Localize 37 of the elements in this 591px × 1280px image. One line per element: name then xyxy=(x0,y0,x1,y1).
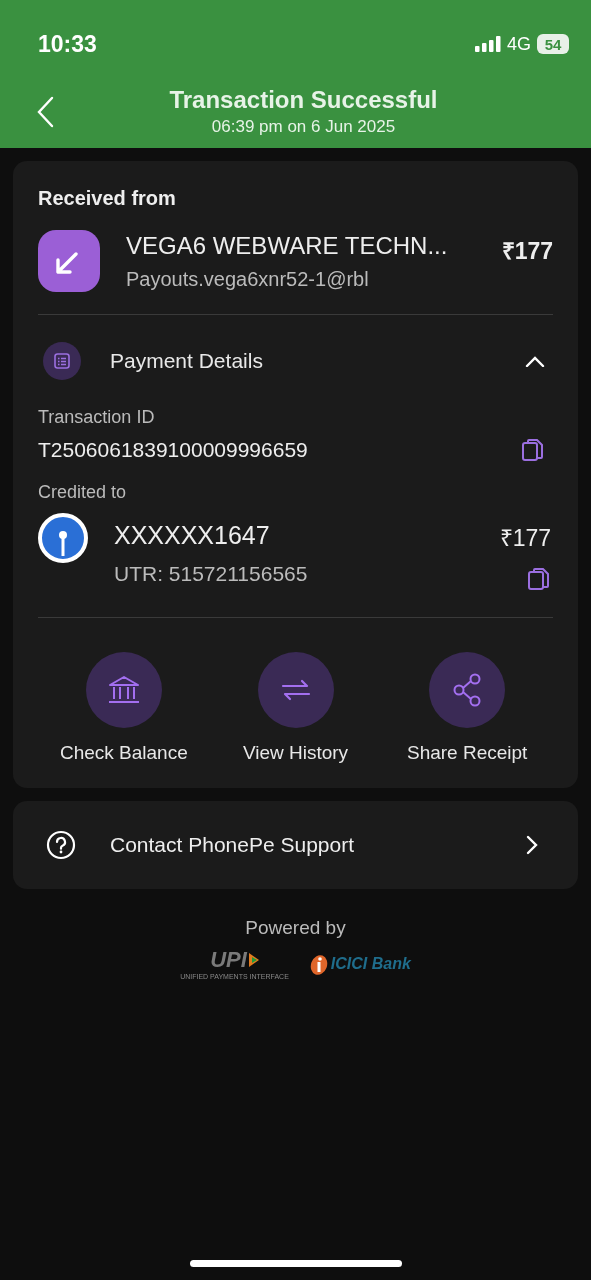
copy-icon[interactable] xyxy=(527,567,551,591)
status-time: 10:33 xyxy=(38,30,97,58)
share-icon[interactable] xyxy=(429,652,506,728)
transaction-time: 06:39 pm on 6 Jun 2025 xyxy=(211,117,396,137)
page-title: Transaction Successful xyxy=(169,86,438,114)
battery-level: 54 xyxy=(544,35,562,53)
sender-name: VEGA6 WEBWARE TECHN... xyxy=(126,231,449,260)
bank-logo: ICICI Bank xyxy=(308,952,411,975)
action-label[interactable]: Check Balance xyxy=(59,742,188,764)
action-label[interactable]: View History xyxy=(242,742,349,764)
transaction-id: T2506061839100009996659 xyxy=(38,438,308,462)
field-label: Credited to xyxy=(38,482,128,503)
amount: ₹177 xyxy=(499,524,551,553)
amount: ₹177 xyxy=(501,237,553,266)
bank-logo-icon xyxy=(38,513,88,563)
powered-by-label: Powered by xyxy=(245,917,346,939)
copy-icon[interactable] xyxy=(521,438,545,462)
chevron-right-icon xyxy=(526,835,538,855)
bank-icon[interactable] xyxy=(85,652,162,728)
list-icon xyxy=(42,341,82,381)
section-title: Payment Details xyxy=(110,349,264,373)
payment-details-toggle[interactable]: Payment Details xyxy=(38,341,553,381)
back-icon[interactable] xyxy=(36,95,56,128)
help-icon xyxy=(46,830,76,860)
account-number: XXXXXX1647 xyxy=(114,521,271,550)
signal-icon xyxy=(475,36,501,52)
action-label[interactable]: Share Receipt xyxy=(406,742,528,764)
network-label: 4G xyxy=(507,33,531,55)
arrow-mark-icon xyxy=(248,953,259,967)
swap-arrows-icon[interactable] xyxy=(257,652,334,728)
sender-upi-id: Payouts.vega6xnr52-1@rbl xyxy=(126,267,370,291)
section-heading: Received from xyxy=(38,187,177,210)
support-label: Contact PhonePe Support xyxy=(110,833,355,857)
utr-number: UTR: 515721156565 xyxy=(114,562,309,586)
bank-emblem-icon xyxy=(308,952,329,975)
field-label: Transaction ID xyxy=(38,407,156,428)
support-row[interactable]: Contact PhonePe Support xyxy=(13,801,578,889)
